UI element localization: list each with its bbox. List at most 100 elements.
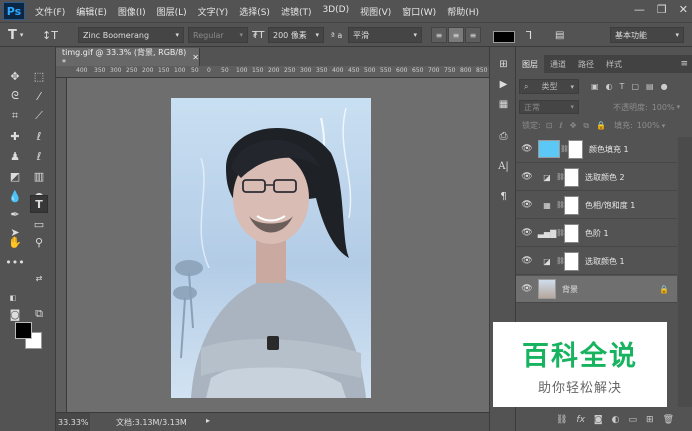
type-tool-icon[interactable]: T (30, 195, 48, 213)
align-center-button[interactable]: ≡ (448, 27, 464, 43)
gradient-tool-icon[interactable]: ▥ (30, 167, 48, 185)
layer-name[interactable]: 选取颜色 2 (585, 172, 625, 183)
clone-stamp-tool-icon[interactable]: ♟ (6, 147, 24, 165)
layer-mask-thumbnail[interactable] (564, 167, 579, 187)
lock-position-icon[interactable]: ✥ (570, 121, 577, 131)
eye-icon[interactable]: 👁 (516, 144, 538, 154)
character-panel-a-icon[interactable]: A| (494, 157, 513, 175)
tab-channels[interactable]: 通道 (544, 55, 572, 73)
add-mask-icon[interactable]: ◙ (594, 415, 603, 425)
eye-icon[interactable]: 👁 (516, 172, 538, 182)
font-family-select[interactable]: Zinc Boomerang ▾ (78, 27, 184, 43)
properties-panel-icon[interactable]: ▦ (494, 95, 513, 113)
layer-name[interactable]: 颜色填充 1 (589, 144, 629, 155)
layer-mask-thumbnail[interactable] (564, 251, 579, 271)
status-menu-icon[interactable]: ▸ (206, 416, 210, 425)
filter-shape-icon[interactable]: ▢ (631, 82, 639, 91)
menu-3d[interactable]: 3D(D) (322, 5, 349, 18)
layer-row[interactable]: 👁 背景 🔒 (516, 276, 677, 303)
actions-panel-icon[interactable]: ▶ (494, 75, 513, 93)
history-panel-icon[interactable]: ⊞ (494, 55, 513, 73)
paragraph-panel-icon[interactable]: ¶ (494, 187, 513, 205)
healing-brush-tool-icon[interactable]: ✚ (6, 127, 24, 145)
chevron-down-icon[interactable]: ▾ (677, 103, 681, 111)
blend-mode-select[interactable]: 正常 ▾ (519, 100, 579, 114)
crop-tool-icon[interactable]: ⌗ (6, 107, 24, 125)
menu-view[interactable]: 视图(V) (360, 5, 391, 18)
lock-all-icon[interactable]: 🔒 (596, 121, 606, 131)
eye-icon[interactable]: 👁 (516, 228, 538, 238)
filter-adjustment-icon[interactable]: ◐ (606, 82, 613, 91)
eyedropper-tool-icon[interactable]: ⟋ (30, 107, 48, 125)
layer-name[interactable]: 色阶 1 (585, 228, 609, 239)
text-color-button[interactable] (493, 29, 515, 45)
chevron-down-icon[interactable]: ▾ (662, 122, 666, 130)
minimize-icon[interactable]: — (634, 3, 645, 16)
close-icon[interactable]: ✕ (192, 53, 199, 62)
layer-row[interactable]: 👁 ▦ ⛓ 色相/饱和度 1 (516, 192, 677, 219)
link-layers-icon[interactable]: ⛓ (556, 415, 567, 425)
move-tool-icon[interactable]: ✥ (6, 67, 24, 85)
lock-transparent-icon[interactable]: ⊡ (546, 121, 553, 131)
blur-tool-icon[interactable]: 💧 (6, 187, 24, 205)
menu-window[interactable]: 窗口(W) (402, 5, 436, 18)
eraser-tool-icon[interactable]: ◩ (6, 167, 24, 185)
layer-thumbnail[interactable] (538, 279, 556, 299)
antialias-select[interactable]: 平滑 ▾ (348, 27, 422, 43)
orientation-toggle[interactable]: ↕T (42, 27, 58, 43)
fill-value[interactable]: 100% (637, 121, 660, 130)
new-layer-icon[interactable]: ⊞ (646, 415, 654, 425)
layer-name[interactable]: 色相/饱和度 1 (585, 200, 635, 211)
layer-row[interactable]: 👁 ▃▅▇ ⛓ 色阶 1 (516, 220, 677, 247)
filter-type-icon[interactable]: T (620, 82, 625, 91)
link-icon[interactable]: ⛓ (560, 145, 569, 153)
delete-layer-icon[interactable]: 🗑 (663, 415, 674, 425)
layer-mask-thumbnail[interactable] (564, 195, 579, 215)
link-icon[interactable]: ⛓ (556, 201, 565, 209)
layer-row[interactable]: 👁 ⛓ 颜色填充 1 (516, 136, 677, 163)
menu-help[interactable]: 帮助(H) (447, 5, 479, 18)
more-tools-icon[interactable]: ••• (5, 253, 24, 271)
menu-file[interactable]: 文件(F) (35, 5, 65, 18)
lasso-tool-icon[interactable]: ᘓ (6, 87, 24, 105)
eye-icon[interactable]: 👁 (516, 200, 538, 210)
tab-layers[interactable]: 图层 (516, 55, 544, 73)
opacity-value[interactable]: 100% (652, 103, 675, 112)
new-group-icon[interactable]: ▭ (629, 415, 638, 425)
filter-toggle-icon[interactable]: ● (661, 82, 668, 91)
adjustment-layer-icon[interactable]: ◐ (612, 415, 620, 425)
align-left-button[interactable]: ≡ (431, 27, 447, 43)
tool-preset-picker[interactable]: T ▾ (8, 27, 23, 43)
panel-menu-icon[interactable]: ≡ (680, 55, 692, 73)
menu-type[interactable]: 文字(Y) (198, 5, 229, 18)
menu-edit[interactable]: 编辑(E) (76, 5, 107, 18)
brush-tool-icon[interactable]: ℓ (30, 127, 48, 145)
align-right-button[interactable]: ≡ (465, 27, 481, 43)
swap-colors-icon[interactable]: ⇄ (30, 269, 48, 287)
layer-name[interactable]: 选取颜色 1 (585, 256, 625, 267)
font-size-select[interactable]: 200 像素 ▾ (268, 27, 324, 43)
menu-layer[interactable]: 图层(L) (157, 5, 187, 18)
layer-row[interactable]: 👁 ◪ ⛓ 选取颜色 1 (516, 248, 677, 275)
eye-icon[interactable]: 👁 (516, 256, 538, 266)
link-icon[interactable]: ⛓ (556, 173, 565, 181)
character-panel-button[interactable]: ▤ (555, 27, 564, 43)
lock-artboard-icon[interactable]: ⧉ (583, 121, 589, 131)
document-tab[interactable]: timg.gif @ 33.3% (背景, RGB/8) * ✕ (56, 48, 200, 67)
menu-filter[interactable]: 滤镜(T) (281, 5, 312, 18)
screen-mode-icon[interactable]: ⧉ (30, 305, 48, 323)
filter-smart-icon[interactable]: ▤ (646, 82, 654, 91)
menu-select[interactable]: 选择(S) (239, 5, 270, 18)
eye-icon[interactable]: 👁 (516, 284, 538, 294)
filter-pixel-icon[interactable]: ▣ (591, 82, 599, 91)
magic-wand-tool-icon[interactable]: ⁄ (30, 87, 48, 105)
history-brush-tool-icon[interactable]: ℓ (30, 147, 48, 165)
tab-paths[interactable]: 路径 (572, 55, 600, 73)
zoom-level[interactable]: 33.33% (56, 413, 90, 431)
rectangle-tool-icon[interactable]: ▭ (30, 215, 48, 233)
link-icon[interactable]: ⛓ (556, 229, 565, 237)
menu-image[interactable]: 图像(I) (118, 5, 146, 18)
pen-tool-icon[interactable]: ✒ (6, 205, 24, 223)
tab-styles[interactable]: 样式 (600, 55, 628, 73)
document-photo[interactable] (171, 98, 371, 398)
